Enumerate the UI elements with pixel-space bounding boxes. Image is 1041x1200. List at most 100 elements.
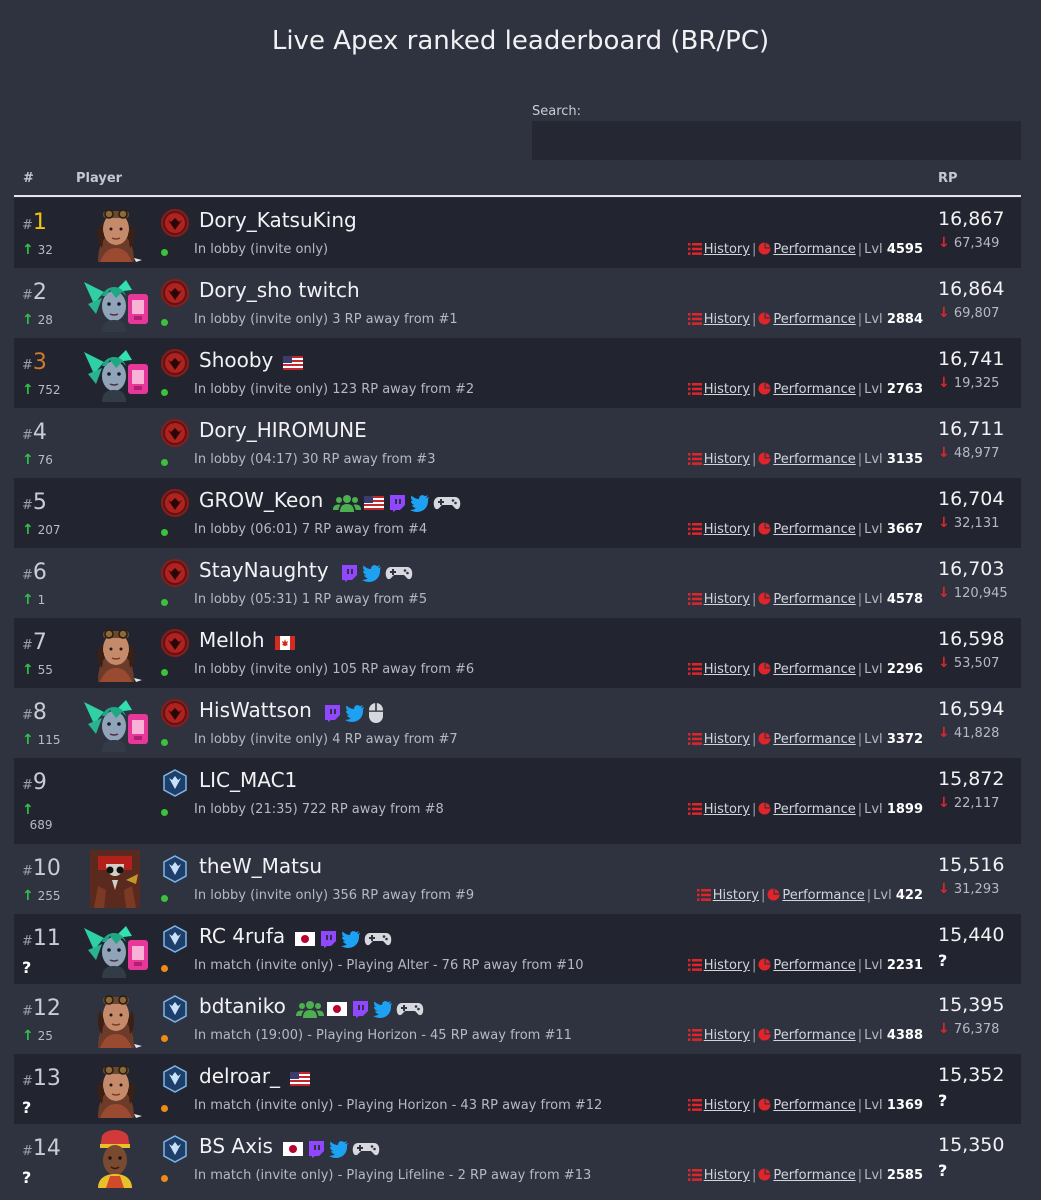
player-name[interactable]: Dory_KatsuKing [199, 208, 357, 232]
rank-change-cell: ↑ 55 [22, 662, 53, 678]
rank-number: 5 [32, 490, 47, 515]
twitch-icon[interactable] [350, 996, 373, 1020]
player-name[interactable]: Melloh [199, 628, 265, 652]
rank-hash: # [22, 778, 33, 793]
predator-icon [160, 488, 190, 518]
player-name[interactable]: Dory_sho twitch [199, 278, 360, 302]
rank-change-cell: ? [22, 1168, 31, 1187]
table-row: #3 ↑ 752 Shooby In lobby (invite only) 123 … [14, 338, 1021, 408]
history-link[interactable]: History [704, 732, 750, 747]
performance-link[interactable]: Performance [773, 1098, 855, 1113]
performance-link[interactable]: Performance [773, 958, 855, 973]
player-extras [290, 1066, 313, 1090]
player-name[interactable]: LIC_MAC1 [199, 768, 297, 792]
player-name[interactable]: theW_Matsu [199, 854, 322, 878]
player-status: In lobby (invite only) 123 RP away from … [194, 382, 475, 397]
twitch-icon[interactable] [339, 560, 362, 584]
rp-change: 41,828 [953, 726, 1000, 741]
history-link[interactable]: History [704, 662, 750, 677]
twitter-icon[interactable] [344, 699, 368, 723]
rp-column-header[interactable]: RP [938, 171, 958, 186]
table-row: #13? delroar_ In match (invite only) - Pla… [14, 1054, 1021, 1124]
history-link[interactable]: History [704, 522, 750, 537]
history-link[interactable]: History [704, 452, 750, 467]
player-name[interactable]: Shooby [199, 348, 273, 372]
player-name[interactable]: bdtaniko [199, 994, 286, 1018]
twitter-icon[interactable] [328, 1136, 352, 1160]
history-link[interactable]: History [704, 802, 750, 817]
table-row: #9 ↑ 689 LIC_MAC1 In lobby (21:35) 722 RP a… [14, 758, 1021, 844]
history-link[interactable]: History [704, 1028, 750, 1043]
list-icon [687, 959, 702, 975]
twitter-icon[interactable] [341, 926, 364, 950]
performance-link[interactable]: Performance [782, 888, 864, 903]
performance-link[interactable]: Performance [773, 382, 855, 397]
level-label: Lvl [864, 592, 883, 607]
status-dot [161, 669, 168, 676]
predator-icon [160, 278, 190, 308]
performance-link[interactable]: Performance [773, 732, 855, 747]
player-name[interactable]: Dory_HIROMUNE [199, 418, 367, 442]
twitch-icon[interactable] [306, 1136, 329, 1160]
rank-change: 1 [37, 593, 46, 607]
history-link[interactable]: History [704, 1168, 750, 1183]
arrow-up-icon: ↑ [22, 242, 34, 258]
rank-hash: # [22, 428, 33, 443]
flag-us-icon [283, 350, 306, 374]
status-dot [161, 965, 168, 972]
rp-change: 120,945 [953, 586, 1008, 601]
player-name-cell: GROW_Keon [199, 488, 464, 514]
twitter-icon[interactable] [361, 560, 385, 584]
twitch-icon[interactable] [318, 926, 341, 950]
pie-chart-icon [758, 1028, 771, 1045]
player-name[interactable]: RC 4rufa [199, 924, 285, 948]
player-name[interactable]: GROW_Keon [199, 488, 323, 512]
player-name[interactable]: BS Axis [199, 1134, 273, 1158]
rank: #1 [22, 210, 47, 235]
performance-link[interactable]: Performance [773, 1028, 855, 1043]
performance-link[interactable]: Performance [773, 1168, 855, 1183]
history-link[interactable]: History [704, 382, 750, 397]
performance-link[interactable]: Performance [773, 802, 855, 817]
player-column-header[interactable]: Player [76, 171, 122, 186]
player-name[interactable]: HisWattson [199, 698, 312, 722]
player-name[interactable]: delroar_ [199, 1064, 280, 1088]
history-link[interactable]: History [704, 312, 750, 327]
leaderboard-rows: #1 ↑ 32 Dory_KatsuKing In lobby (invite onl… [14, 198, 1021, 1194]
history-link[interactable]: History [704, 958, 750, 973]
rp-change: 69,807 [953, 306, 1000, 321]
history-link[interactable]: History [713, 888, 759, 903]
search-input[interactable] [532, 121, 1021, 160]
arrow-down-icon: ↓ [938, 795, 950, 811]
rp-change: 32,131 [953, 516, 1000, 531]
rank-change-unknown: ? [22, 1098, 32, 1117]
rank-change-cell: ↑ 32 [22, 242, 53, 258]
separator: | [751, 312, 757, 327]
performance-link[interactable]: Performance [773, 242, 855, 257]
rank-hash: # [22, 358, 33, 373]
player-links: History | Performance | Lvl 2296 [687, 662, 923, 679]
twitter-icon[interactable] [372, 996, 396, 1020]
twitch-icon[interactable] [387, 490, 410, 514]
twitch-icon[interactable] [322, 699, 345, 723]
player-extras [333, 490, 464, 514]
rank-column-header[interactable]: # [23, 171, 34, 186]
performance-link[interactable]: Performance [773, 662, 855, 677]
separator: | [857, 1168, 863, 1183]
history-link[interactable]: History [704, 592, 750, 607]
player-name[interactable]: StayNaughty [199, 558, 329, 582]
history-link[interactable]: History [704, 242, 750, 257]
performance-link[interactable]: Performance [773, 452, 855, 467]
performance-link[interactable]: Performance [773, 522, 855, 537]
twitter-icon[interactable] [410, 490, 433, 514]
performance-link[interactable]: Performance [773, 592, 855, 607]
history-link[interactable]: History [704, 1098, 750, 1113]
predator-icon [160, 348, 190, 378]
performance-link[interactable]: Performance [773, 312, 855, 327]
separator: | [751, 592, 757, 607]
player-level: 2763 [886, 382, 923, 397]
gamepad-icon [396, 996, 427, 1020]
predator-icon [160, 418, 190, 448]
gamepad-icon [364, 926, 395, 950]
status-dot [161, 1105, 168, 1112]
